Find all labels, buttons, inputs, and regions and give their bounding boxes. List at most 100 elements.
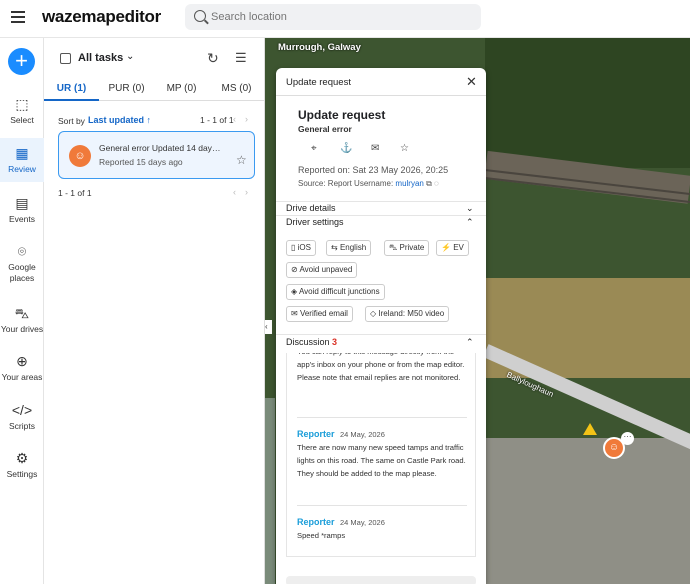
chevron-up-icon: ⌃ [466,337,474,347]
add-button[interactable]: + [8,48,35,75]
task-tabs: UR (1) PUR (0) MP (0) MS (0) [44,79,265,101]
mail-icon: ✉ [291,309,300,318]
rail-item-events[interactable]: ▤ Events [0,195,44,224]
tasks-header: All tasks ⌄ ↻ ☰ [44,38,265,79]
tasks-panel: All tasks ⌄ ↻ ☰ UR (1) PUR (0) MP (0) MS… [44,38,265,584]
phone-icon: ▯ [291,243,298,252]
rail-item-review[interactable]: ▦ Review [0,138,44,182]
active-tab-indicator [44,99,99,101]
message-text: There are now many new speed tamps and t… [297,443,466,478]
chevron-up-icon: ⌃ [466,217,474,227]
chip-ios: ▯ iOS [286,240,316,256]
code-icon: </> [11,402,33,418]
dialog-header-title: Update request [286,77,351,88]
reply-box[interactable] [286,576,476,584]
tab-mp[interactable]: MP (0) [154,83,209,94]
more-icon[interactable]: ··· [621,432,634,445]
junction-icon: ◈ [291,287,299,296]
username-link[interactable]: mulryan [395,179,423,188]
dialog-title: Update request [298,108,386,122]
pagination-bottom: 1 - 1 of 1 [58,188,92,198]
discussion-thread[interactable]: You can reply to this message directly f… [286,353,476,557]
drive-details-section[interactable]: Drive details ⌄ [276,201,486,215]
next-page-icon[interactable]: › [245,114,248,124]
message-text: Speed *ramps [297,531,346,540]
message-date: 24 May, 2026 [340,518,385,527]
external-link-icon[interactable]: ⧉ [426,179,432,188]
update-request-dialog: Update request ✕ Update request General … [276,68,486,584]
task-card-subtitle: Reported 15 days ago [99,157,183,167]
calendar-icon: ▤ [15,195,29,211]
divider [297,505,467,506]
translate-icon: ⇆ [331,243,340,252]
dialog-header: Update request ✕ [276,68,486,96]
rail-item-select[interactable]: ⬚ Select [0,96,44,125]
map-place-label: Murrough, Galway [278,42,361,53]
tasks-icon [60,53,71,64]
menu-icon[interactable] [11,11,25,23]
chat-icon[interactable]: ◌ [434,179,439,188]
next-page-bottom-icon[interactable]: › [245,187,248,197]
star-icon[interactable]: ☆ [236,153,247,167]
task-card-title: General error Updated 14 days… [99,143,221,153]
select-icon: ⬚ [15,96,29,112]
target-icon[interactable]: ⌖ [311,143,317,154]
star-icon[interactable]: ☆ [400,143,409,154]
chip-language: ⇆ English [326,240,372,256]
waze-report-icon: ☺ [69,145,91,167]
divider [297,417,467,418]
collapse-arrow-icon[interactable]: ‹ [265,320,272,334]
discussion-count: 3 [332,337,338,347]
tab-pur[interactable]: PUR (0) [99,83,154,94]
place-pin-icon: ⌾ [17,243,27,259]
task-card[interactable]: ☺ General error Updated 14 days… Reporte… [58,131,255,179]
dialog-subtitle: General error [298,124,352,134]
tab-ms[interactable]: MS (0) [209,83,264,94]
search-input[interactable] [211,7,471,27]
chip-m50: ◇ Ireland: M50 video [365,306,450,322]
rail-item-your-areas[interactable]: ⊕ Your areas [0,353,44,382]
rail-item-google-places[interactable]: ⌾ Google places [0,243,44,284]
message-date: 24 May, 2026 [340,430,385,439]
ev-icon: ⚡ [441,243,454,252]
refresh-icon[interactable]: ↻ [207,50,219,67]
discussion-section[interactable]: Discussion 3 ⌃ [276,334,486,354]
anchor-icon[interactable]: ⚓ [340,143,352,154]
message-author[interactable]: Reporter [297,429,335,439]
chip-verified-email: ✉ Verified email [286,306,353,322]
chip-ev: ⚡ EV [436,240,469,256]
car-icon: ⛍ [14,305,30,321]
driver-settings-section[interactable]: Driver settings ⌃ [276,215,486,229]
tab-ur[interactable]: UR (1) [44,83,99,94]
rail-item-scripts[interactable]: </> Scripts [0,402,44,431]
message-author[interactable]: Reporter [297,517,335,527]
review-icon: ▦ [15,145,29,161]
gear-icon: ⚙ [15,450,29,466]
sort-select[interactable]: Last updated ↑ [88,115,151,125]
source-line: Source: Report Username: mulryan ⧉ ◌ [298,179,439,188]
pagination-top: 1 - 1 of 1 [200,115,234,125]
top-bar: wazemapeditor [0,0,690,38]
rail-item-your-drives[interactable]: ⛍ Your drives [0,305,44,334]
tasks-dropdown[interactable]: All tasks [78,52,123,64]
globe-icon: ⊕ [16,353,28,369]
search-icon [194,10,206,22]
sort-label: Sort by [58,116,85,126]
car-icon: ⛍ [389,243,400,252]
close-icon[interactable]: ✕ [466,74,477,90]
chip-avoid-junctions: ◈ Avoid difficult junctions [286,284,385,300]
chip-avoid-unpaved: ⊘ Avoid unpaved [286,262,358,278]
left-rail: + ⬚ Select ▦ Review ▤ Events ⌾ Google pl… [0,38,44,584]
chip-vehicle: ⛍ Private [384,240,430,256]
chevron-down-icon[interactable]: ⌄ [126,51,134,62]
search-box[interactable] [185,4,481,30]
app-logo: wazemapeditor [42,7,161,26]
rail-item-settings[interactable]: ⚙ Settings [0,450,44,479]
chevron-down-icon: ⌄ [466,203,474,213]
filter-icon[interactable]: ☰ [235,50,247,66]
system-message: You can reply to this message directly f… [297,353,465,382]
prev-page-bottom-icon[interactable]: ‹ [233,187,236,197]
prev-page-icon[interactable]: ‹ [233,114,236,124]
hazard-marker-icon[interactable] [583,423,597,435]
mail-icon[interactable]: ✉ [371,143,379,154]
